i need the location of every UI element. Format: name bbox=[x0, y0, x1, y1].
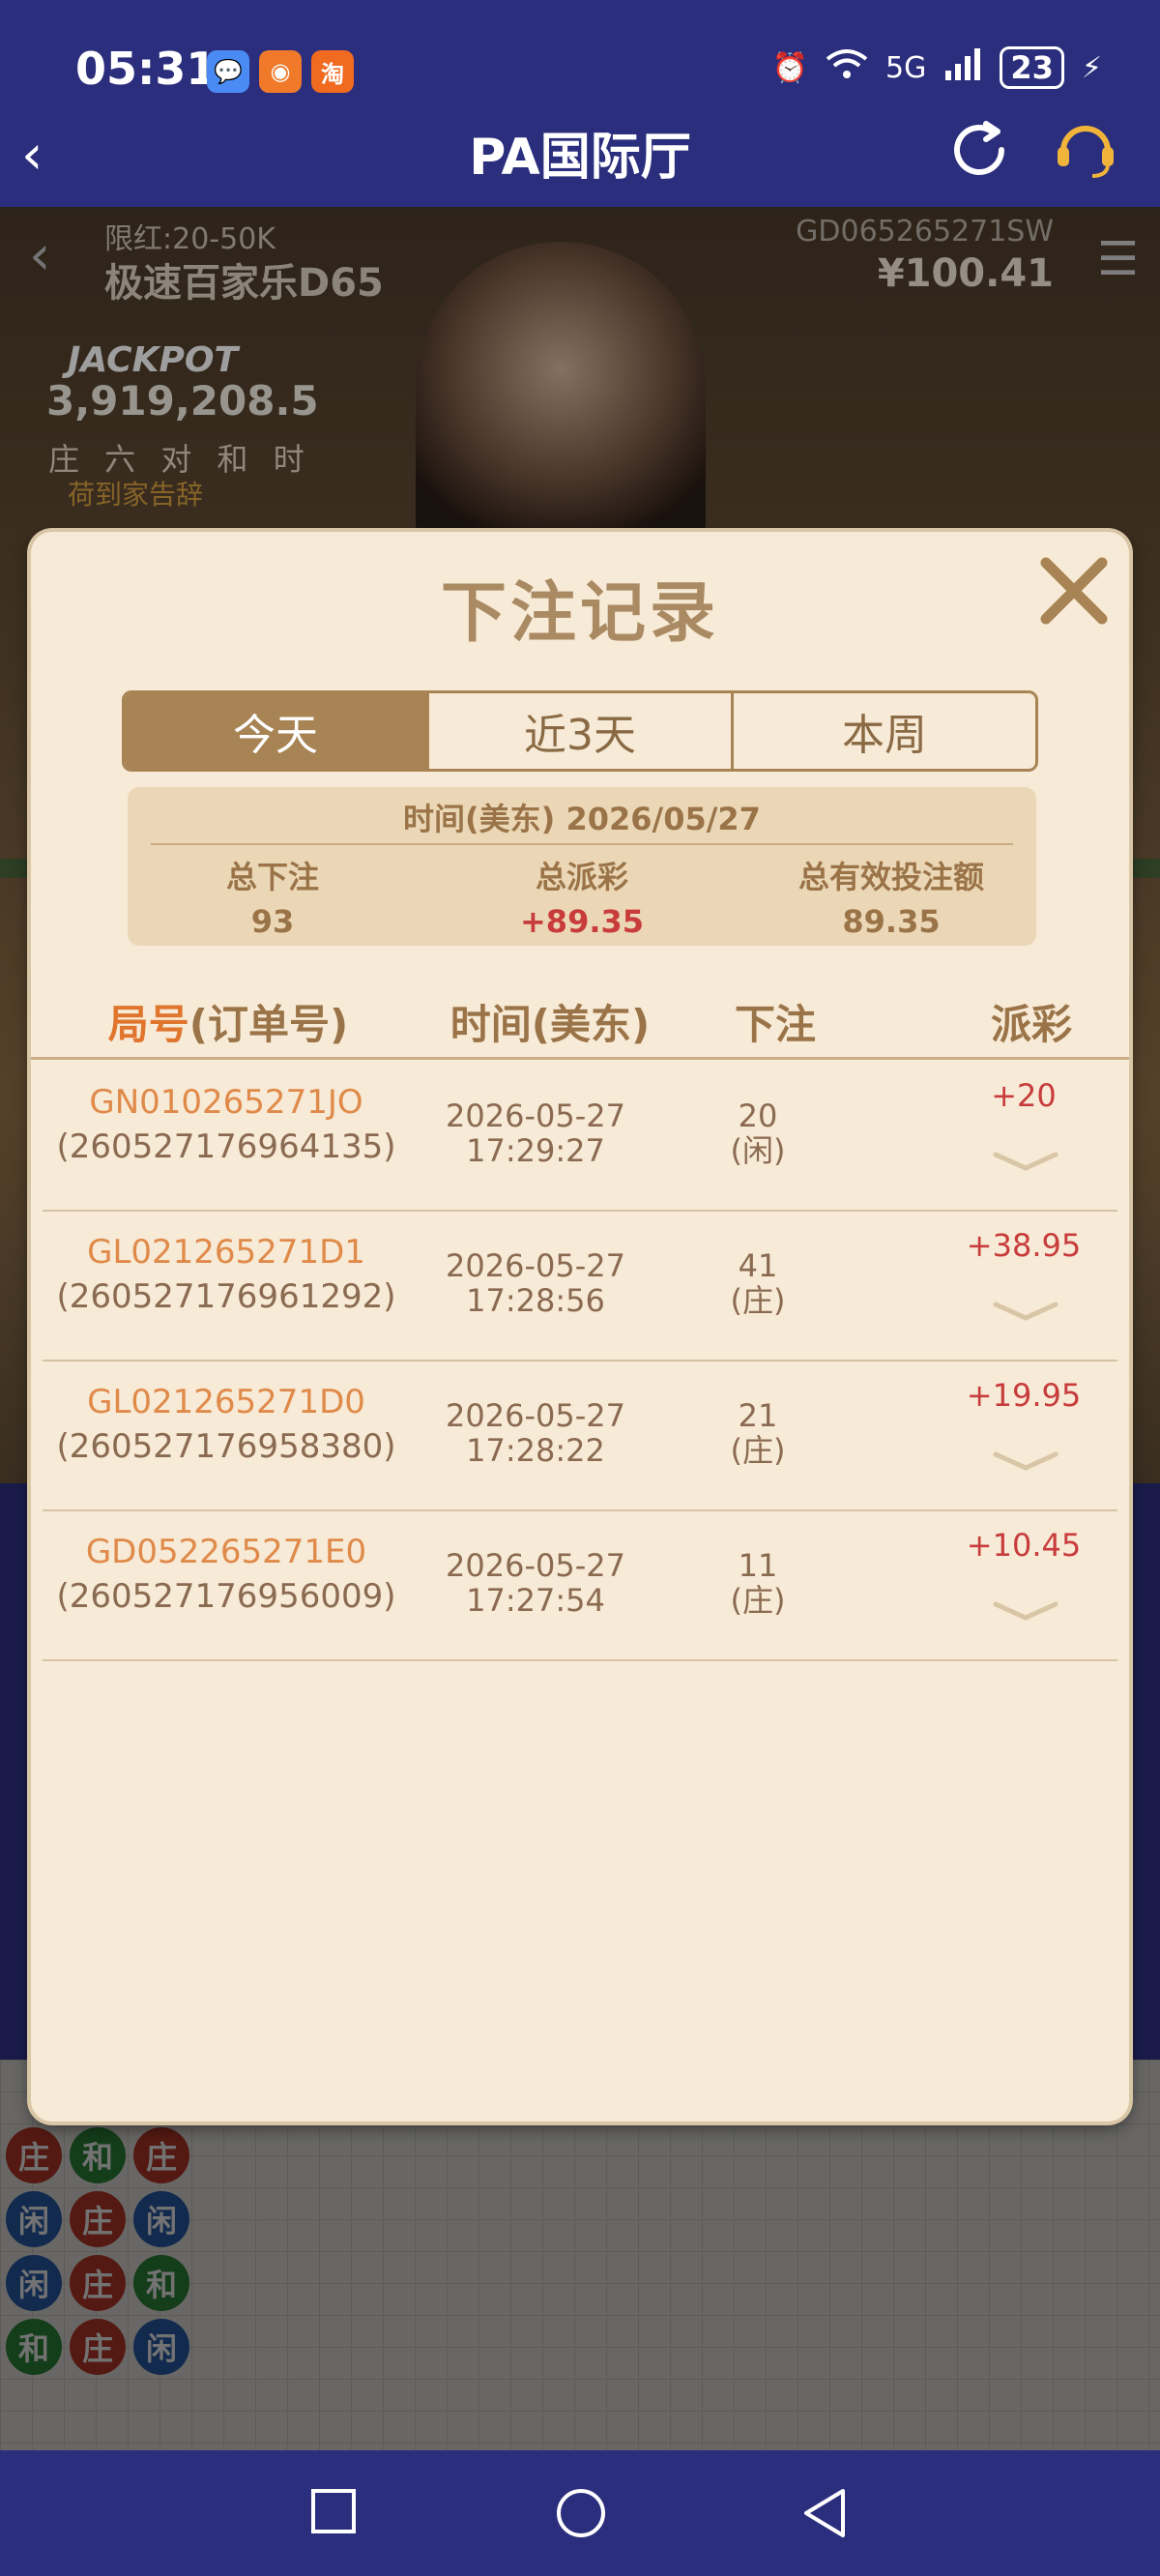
bet-side: (庄) bbox=[730, 1582, 786, 1619]
summary-divider bbox=[151, 843, 1013, 845]
status-time: 05:31 bbox=[75, 43, 218, 95]
row-bet-cell: 21 (庄) bbox=[700, 1398, 816, 1468]
valid-bet-value: 89.35 bbox=[842, 903, 941, 940]
column-game-id: 局号(订单号) bbox=[64, 992, 392, 1051]
total-payout: 总派彩 +89.35 bbox=[437, 853, 727, 940]
bet-summary: 时间(美东) 2026/05/27 总下注 93 总派彩 +89.35 总有效投… bbox=[128, 787, 1036, 946]
notification-app-icons: 💬 ◉ 淘 bbox=[207, 50, 354, 93]
bet-amount: 21 bbox=[738, 1397, 778, 1434]
order-id: (260527176956009) bbox=[56, 1577, 396, 1616]
table-row[interactable]: GN010265271JO (260527176964135) 2026-05-… bbox=[43, 1062, 1117, 1212]
row-bet-cell: 20 (闲) bbox=[700, 1098, 816, 1168]
row-time-cell: 2026-05-27 17:28:22 bbox=[420, 1398, 652, 1468]
valid-bet-label: 总有效投注额 bbox=[798, 859, 984, 895]
network-type: 5G bbox=[885, 50, 927, 85]
game-id: GL021265271D0 bbox=[87, 1383, 365, 1421]
app-header: ‹ PA国际厅 bbox=[0, 106, 1160, 207]
alarm-icon: ⏰ bbox=[771, 50, 809, 85]
row-id-cell: GL021265271D1 (260527176961292) bbox=[43, 1233, 410, 1316]
total-payout-value: +89.35 bbox=[519, 903, 645, 940]
chevron-down-icon[interactable] bbox=[992, 1149, 1059, 1174]
bet-side: (庄) bbox=[730, 1282, 786, 1319]
tab-last-3-days[interactable]: 近3天 bbox=[429, 693, 734, 769]
back-nav-icon[interactable] bbox=[800, 2487, 849, 2539]
bet-date: 2026-05-27 bbox=[446, 1547, 625, 1584]
column-payout: 派彩 bbox=[990, 1001, 1072, 1048]
bet-amount: 20 bbox=[738, 1098, 778, 1134]
status-bar: 05:31 💬 ◉ 淘 ⏰ 5G 23 ⚡ bbox=[0, 0, 1160, 122]
row-bet-cell: 11 (庄) bbox=[700, 1548, 816, 1618]
tab-this-week[interactable]: 本周 bbox=[734, 693, 1035, 769]
bet-amount: 41 bbox=[738, 1247, 778, 1284]
valid-bet: 总有效投注额 89.35 bbox=[746, 853, 1036, 940]
home-icon[interactable] bbox=[555, 2487, 607, 2539]
bet-time: 17:28:22 bbox=[466, 1432, 605, 1469]
bet-time: 17:28:56 bbox=[466, 1282, 605, 1319]
shop-app-icon: ◉ bbox=[259, 50, 302, 93]
order-id: (260527176961292) bbox=[56, 1277, 396, 1316]
bet-time: 17:29:27 bbox=[466, 1132, 605, 1169]
order-id: (260527176958380) bbox=[56, 1427, 396, 1466]
wifi-icon bbox=[826, 47, 868, 88]
date-range-tabs: 今天 近3天 本周 bbox=[122, 690, 1038, 772]
column-bet: 下注 bbox=[734, 1001, 816, 1048]
tab-today[interactable]: 今天 bbox=[125, 693, 429, 769]
chevron-down-icon[interactable] bbox=[992, 1299, 1059, 1324]
chevron-down-icon[interactable] bbox=[992, 1449, 1059, 1474]
row-time-cell: 2026-05-27 17:28:56 bbox=[420, 1248, 652, 1318]
payout-amount: +10.45 bbox=[966, 1527, 1082, 1564]
total-bet-label: 总下注 bbox=[225, 859, 319, 895]
table-row[interactable]: GL021265271D1 (260527176961292) 2026-05-… bbox=[43, 1212, 1117, 1361]
bet-amount: 11 bbox=[738, 1547, 778, 1584]
customer-service-icon[interactable] bbox=[1050, 114, 1121, 190]
game-id: GD052265271E0 bbox=[85, 1533, 367, 1571]
system-nav-bar bbox=[0, 2450, 1160, 2576]
game-id: GN010265271JO bbox=[89, 1083, 363, 1122]
order-id: (260527176964135) bbox=[56, 1127, 396, 1166]
recent-apps-icon[interactable] bbox=[309, 2487, 358, 2535]
bet-date: 2026-05-27 bbox=[446, 1098, 625, 1134]
game-id: GL021265271D1 bbox=[87, 1233, 365, 1272]
signal-icon bbox=[943, 47, 982, 88]
row-time-cell: 2026-05-27 17:29:27 bbox=[420, 1098, 652, 1168]
column-order-id-label: (订单号) bbox=[188, 1001, 349, 1048]
payout-amount: +20 bbox=[991, 1077, 1057, 1114]
refresh-icon[interactable] bbox=[943, 114, 1015, 190]
payout-amount: +19.95 bbox=[966, 1377, 1082, 1414]
table-row[interactable]: GD052265271E0 (260527176956009) 2026-05-… bbox=[43, 1511, 1117, 1661]
summary-date: 时间(美东) 2026/05/27 bbox=[403, 801, 761, 837]
charging-icon: ⚡ bbox=[1081, 50, 1102, 85]
bet-record-dialog: 下注记录 今天 近3天 本周 时间(美东) 2026/05/27 总下注 93 … bbox=[31, 532, 1129, 2122]
total-bet-value: 93 bbox=[250, 903, 295, 940]
total-bet: 总下注 93 bbox=[128, 853, 418, 940]
bet-side: (闲) bbox=[730, 1132, 786, 1169]
row-id-cell: GN010265271JO (260527176964135) bbox=[43, 1083, 410, 1166]
battery-level: 23 bbox=[1000, 46, 1064, 89]
chevron-down-icon[interactable] bbox=[992, 1598, 1059, 1624]
column-time: 时间(美东) bbox=[450, 1001, 651, 1048]
dialog-title: 下注记录 bbox=[440, 575, 719, 652]
taobao-app-icon: 淘 bbox=[311, 50, 354, 93]
message-app-icon: 💬 bbox=[207, 50, 249, 93]
payout-amount: +38.95 bbox=[966, 1227, 1082, 1264]
bet-time: 17:27:54 bbox=[466, 1582, 605, 1619]
row-bet-cell: 41 (庄) bbox=[700, 1248, 816, 1318]
table-row[interactable]: GL021265271D0 (260527176958380) 2026-05-… bbox=[43, 1361, 1117, 1511]
status-indicators: ⏰ 5G 23 ⚡ bbox=[772, 46, 1102, 89]
close-icon[interactable] bbox=[1032, 549, 1116, 632]
column-game-id-label: 局号 bbox=[107, 1001, 189, 1048]
row-time-cell: 2026-05-27 17:27:54 bbox=[420, 1548, 652, 1618]
bet-date: 2026-05-27 bbox=[446, 1397, 625, 1434]
row-id-cell: GD052265271E0 (260527176956009) bbox=[43, 1533, 410, 1616]
table-header: 局号(订单号) 时间(美东) 下注 派彩 bbox=[31, 982, 1129, 1060]
bet-date: 2026-05-27 bbox=[446, 1247, 625, 1284]
row-id-cell: GL021265271D0 (260527176958380) bbox=[43, 1383, 410, 1466]
total-payout-label: 总派彩 bbox=[535, 859, 628, 895]
bet-side: (庄) bbox=[730, 1432, 786, 1469]
